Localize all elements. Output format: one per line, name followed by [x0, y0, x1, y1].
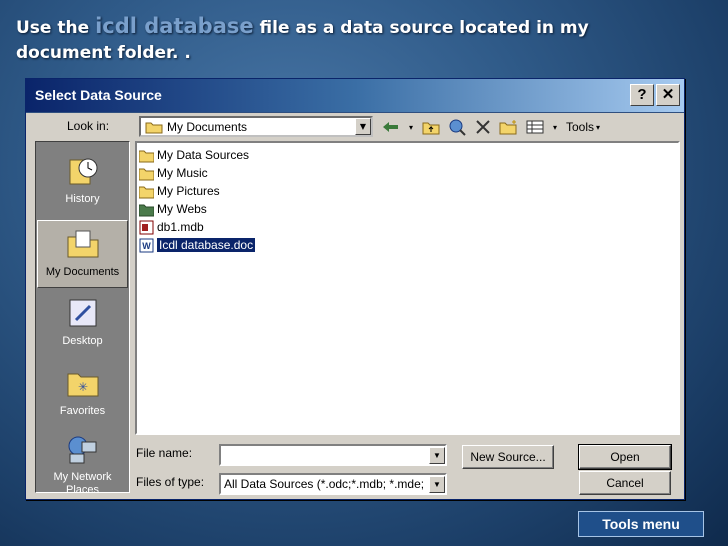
files-of-type-value: All Data Sources (*.odc;*.mdb; *.mde;	[224, 477, 425, 491]
files-of-type-dropdown[interactable]: All Data Sources (*.odc;*.mdb; *.mde; ▼	[219, 473, 447, 495]
new-source-button[interactable]: New Source...	[462, 445, 554, 469]
file-name-field[interactable]: ▼	[219, 444, 447, 466]
file-name-label: File name:	[136, 446, 193, 460]
look-in-dropdown[interactable]: My Documents ▼	[139, 116, 373, 137]
place-network-label: My Network Places	[53, 471, 112, 496]
folder-icon	[139, 186, 154, 198]
up-folder-icon[interactable]	[421, 117, 441, 137]
place-my-documents[interactable]: My Documents	[37, 220, 128, 288]
close-button[interactable]: ✕	[656, 84, 680, 106]
svg-text:✳: ✳	[77, 380, 87, 394]
places-bar: History My Documents Desktop ✳ Favorites	[35, 141, 130, 496]
dialog-toolbar: ▾ ▾ Tools ▾	[381, 116, 601, 138]
tools-menu-button[interactable]: Tools ▾	[565, 117, 601, 137]
file-name: My Pictures	[157, 184, 220, 198]
my-documents-icon	[67, 230, 98, 258]
word-file-icon: W	[139, 238, 154, 252]
views-icon[interactable]	[525, 117, 545, 137]
dialog-title: Select Data Source	[35, 87, 162, 103]
chevron-down-icon[interactable]: ▼	[355, 118, 371, 135]
caption-text-before: Use the	[16, 18, 96, 38]
open-button[interactable]: Open	[578, 444, 672, 470]
file-name: My Music	[157, 166, 208, 180]
file-list[interactable]: My Data Sources My Music My Pictures My …	[135, 141, 680, 435]
chevron-down-icon[interactable]: ▼	[429, 476, 445, 493]
place-desktop[interactable]: Desktop	[37, 292, 128, 360]
tools-menu-label: Tools	[565, 120, 594, 134]
list-item[interactable]: My Data Sources	[139, 146, 249, 164]
place-history-label: History	[65, 193, 100, 205]
dialog-titlebar[interactable]: Select Data Source ? ✕	[26, 79, 684, 113]
caption-highlight: icdl database	[95, 14, 254, 38]
favorites-icon: ✳	[67, 373, 98, 397]
file-name: My Webs	[157, 202, 207, 216]
chevron-down-icon[interactable]: ▼	[429, 447, 445, 464]
file-name: Icdl database.doc	[157, 238, 256, 252]
network-places-icon	[68, 436, 96, 464]
place-favorites-label: Favorites	[59, 405, 106, 417]
delete-icon[interactable]	[473, 117, 493, 137]
desktop-icon	[69, 299, 96, 327]
place-history[interactable]: History	[37, 150, 128, 218]
svg-text:W: W	[142, 241, 151, 251]
files-of-type-label: Files of type:	[136, 475, 205, 489]
place-my-documents-label: My Documents	[45, 266, 120, 278]
file-name: My Data Sources	[157, 148, 250, 162]
folder-icon	[139, 168, 154, 180]
look-in-label: Look in:	[67, 119, 110, 133]
place-favorites[interactable]: ✳ Favorites	[37, 362, 128, 430]
list-item[interactable]: My Webs	[139, 200, 207, 218]
folder-icon	[139, 204, 154, 216]
look-in-value: My Documents	[167, 120, 248, 134]
slide-caption: Use the icdl database file as a data sou…	[16, 14, 656, 66]
folder-icon	[145, 122, 163, 134]
chevron-down-icon[interactable]: ▾	[407, 117, 415, 137]
list-item[interactable]: My Pictures	[139, 182, 220, 200]
search-web-icon[interactable]	[447, 117, 467, 137]
tools-menu-annotation: Tools menu	[578, 511, 704, 537]
folder-icon	[139, 150, 154, 162]
access-file-icon	[139, 220, 154, 234]
list-item-selected[interactable]: W Icdl database.doc	[139, 236, 256, 254]
history-icon	[69, 158, 97, 185]
file-name: db1.mdb	[157, 220, 204, 234]
chevron-down-icon: ▾	[596, 122, 601, 132]
chevron-down-icon[interactable]: ▾	[551, 117, 559, 137]
list-item[interactable]: db1.mdb	[139, 218, 204, 236]
select-data-source-dialog: Select Data Source ? ✕ Look in: My Docum…	[25, 78, 685, 500]
place-network[interactable]: My Network Places	[37, 428, 128, 496]
cancel-button[interactable]: Cancel	[579, 471, 671, 495]
new-folder-icon[interactable]	[499, 117, 519, 137]
list-item[interactable]: My Music	[139, 164, 208, 182]
help-button[interactable]: ?	[630, 84, 654, 106]
back-icon[interactable]	[381, 117, 401, 137]
place-desktop-label: Desktop	[62, 335, 103, 347]
